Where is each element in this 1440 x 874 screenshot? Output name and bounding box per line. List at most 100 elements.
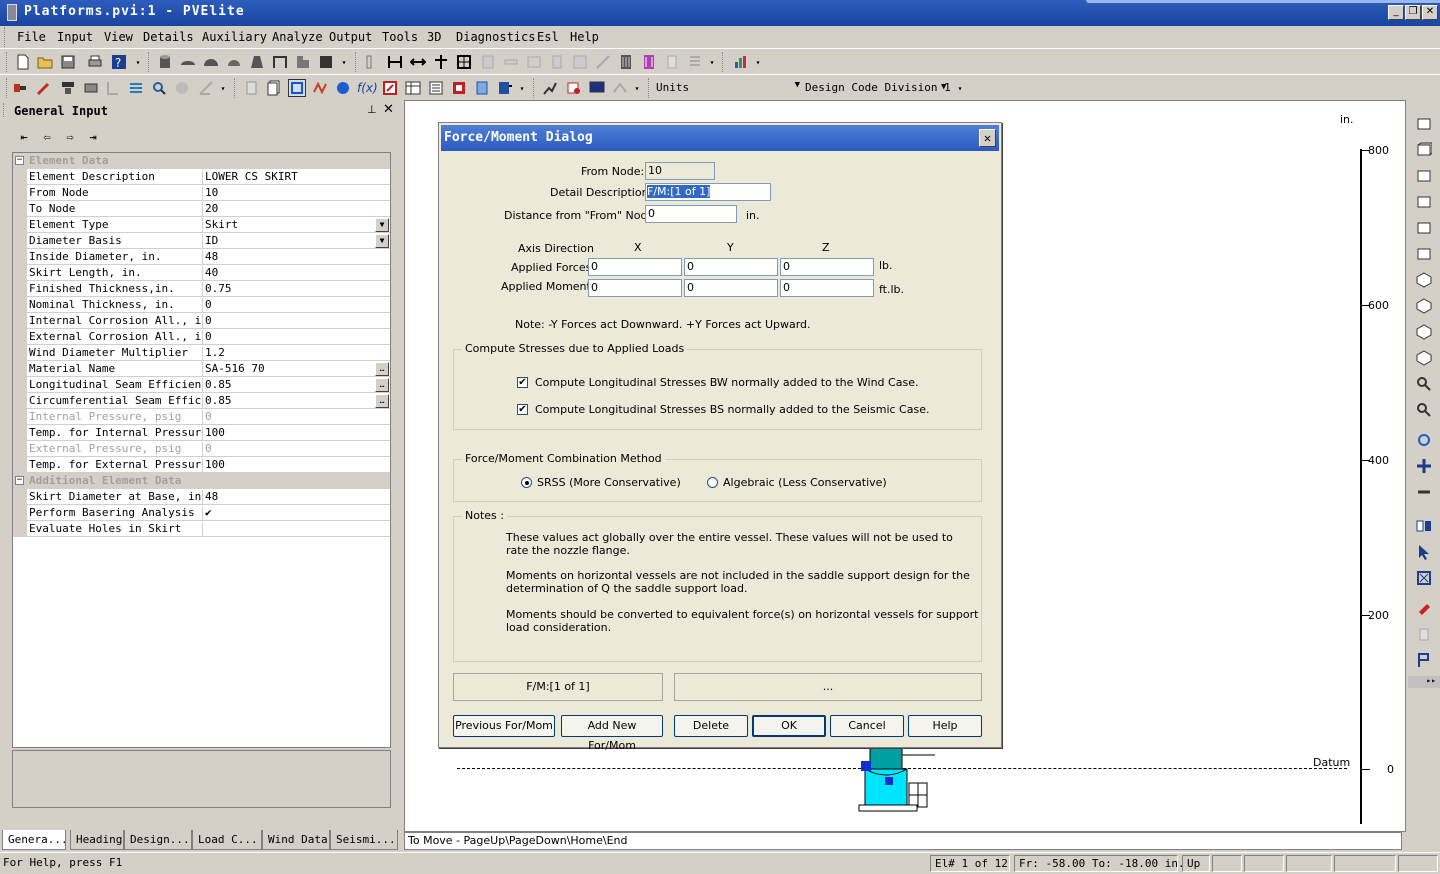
cylinder-icon[interactable] [157, 54, 173, 70]
grid-section-header[interactable]: − Element Data [13, 153, 390, 169]
tray-icon[interactable] [618, 54, 634, 70]
ok-button[interactable]: OK [752, 715, 826, 737]
grid-row[interactable]: Element Type Skirt ▼ [13, 217, 390, 233]
zoom-icon[interactable] [151, 80, 167, 96]
welded-flat-icon[interactable] [272, 54, 288, 70]
table-grid-icon[interactable] [456, 54, 472, 70]
toolbar-chevron-icon[interactable]: ▾ [219, 75, 227, 95]
property-value[interactable]: 0 [205, 442, 375, 455]
tab-general[interactable]: Genera... [2, 830, 68, 850]
toolbar-chevron-icon[interactable]: ▾ [134, 49, 142, 69]
force-x-field[interactable]: 0 [588, 258, 682, 276]
body-flange-icon[interactable] [295, 54, 311, 70]
property-value[interactable]: 48 [205, 250, 375, 263]
insulation-icon[interactable] [105, 80, 121, 96]
disabled-tool-icon[interactable] [664, 54, 680, 70]
weight-icon[interactable] [36, 80, 52, 96]
tab-heading[interactable]: Heading [70, 830, 124, 850]
from-node-field[interactable]: 10 [645, 162, 715, 180]
nozzle-icon[interactable] [12, 80, 28, 96]
select-cursor-icon[interactable] [1416, 544, 1432, 560]
tools-icon[interactable] [542, 80, 558, 96]
restore-button[interactable]: ❐ [1405, 5, 1421, 20]
menu-diagnostics[interactable]: Diagnostics [456, 30, 535, 44]
rotate-icon[interactable] [1416, 432, 1432, 448]
disabled-tool-icon[interactable] [503, 54, 519, 70]
property-value[interactable]: 0 [205, 298, 375, 311]
view-bottom-icon[interactable] [1416, 246, 1432, 262]
units-select[interactable]: ▼ [690, 78, 802, 98]
property-value[interactable]: 100 [205, 426, 375, 439]
platform-icon[interactable] [83, 80, 99, 96]
property-value[interactable]: Skirt [205, 218, 375, 231]
add-new-for-mom-button[interactable]: Add New For/Mom [561, 715, 663, 752]
property-value[interactable]: ID [205, 234, 375, 247]
minimize-button[interactable]: _ [1388, 5, 1404, 20]
srss-radio[interactable] [521, 477, 532, 488]
units-table-icon[interactable] [405, 80, 421, 96]
help-question-icon[interactable]: ? [111, 54, 127, 70]
layout-icon[interactable] [312, 80, 328, 96]
packing-icon[interactable] [641, 54, 657, 70]
flag-icon[interactable] [1416, 652, 1432, 668]
menu-esl[interactable]: Esl [537, 30, 559, 44]
lining-icon[interactable] [128, 80, 144, 96]
force-z-field[interactable]: 0 [780, 258, 874, 276]
grid-row[interactable]: Finished Thickness,in. 0.75 [13, 281, 390, 297]
property-value[interactable]: 1.2 [205, 346, 375, 359]
property-value[interactable]: 0.85 [205, 394, 375, 407]
property-value[interactable]: LOWER CS SKIRT [205, 170, 375, 183]
chevron-down-icon[interactable]: ▼ [375, 218, 389, 232]
ring-icon[interactable] [60, 80, 76, 96]
report-icon[interactable] [382, 80, 398, 96]
ellipsis-button[interactable]: … [375, 394, 389, 408]
algebraic-radio[interactable] [707, 477, 718, 488]
collapse-icon[interactable]: − [15, 476, 24, 485]
globe-icon[interactable] [335, 80, 351, 96]
grid-row[interactable]: Inside Diameter, in. 48 [13, 249, 390, 265]
property-value[interactable]: 48 [205, 490, 375, 503]
property-value[interactable]: 10 [205, 186, 375, 199]
delete-button[interactable]: Delete [674, 715, 748, 737]
toolbar-chevron-icon[interactable]: ▾ [754, 49, 762, 69]
view-front-icon[interactable] [1416, 116, 1432, 132]
grid-row[interactable]: Temp. for External Pressure, 100 [13, 457, 390, 473]
menu-file[interactable]: File [17, 30, 46, 44]
tab-design[interactable]: Design... [124, 830, 192, 850]
wind-stress-checkbox[interactable]: ✔ [517, 377, 528, 388]
previous-element-icon[interactable]: ⇦ [37, 130, 57, 146]
toolbar-chevron-icon[interactable]: ▾ [633, 75, 641, 95]
close-dialog-button[interactable]: ✕ [979, 129, 996, 147]
grid-row[interactable]: Internal Corrosion All., in. 0 [13, 313, 390, 329]
save-icon[interactable] [60, 54, 76, 70]
chart-icon[interactable] [733, 54, 749, 70]
disabled-angle-icon[interactable] [198, 80, 214, 96]
view-top-icon[interactable] [1416, 220, 1432, 236]
document-stack-icon[interactable] [266, 80, 282, 96]
disabled-tool-icon[interactable] [549, 54, 565, 70]
iso-view-icon[interactable] [1416, 272, 1432, 288]
property-value[interactable]: 20 [205, 202, 375, 215]
moment-y-field[interactable]: 0 [684, 279, 778, 297]
property-value[interactable]: 40 [205, 266, 375, 279]
menu-3d[interactable]: 3D [427, 30, 441, 44]
grid-row[interactable]: Internal Pressure, psig 0 [13, 409, 390, 425]
toolbar-chevron-icon[interactable]: ▾ [708, 49, 716, 69]
menu-help[interactable]: Help [570, 30, 599, 44]
grid-row[interactable]: From Node 10 [13, 185, 390, 201]
disabled-tool-icon[interactable] [687, 54, 703, 70]
print-icon[interactable] [87, 54, 103, 70]
grid-row[interactable]: Material Name SA-516 70… [13, 361, 390, 377]
monitor-icon[interactable] [589, 80, 605, 96]
chevron-down-icon[interactable]: ▼ [375, 234, 389, 248]
grid-row[interactable]: Temp. for Internal Pressure, 100 [13, 425, 390, 441]
new-file-icon[interactable] [15, 54, 31, 70]
collapse-icon[interactable]: − [15, 156, 24, 165]
pan-icon[interactable] [1416, 458, 1432, 474]
disabled-circle-icon[interactable] [174, 80, 190, 96]
toolbar-chevron-icon[interactable]: ▾ [518, 75, 526, 95]
tab-seismic[interactable]: Seismi... [330, 830, 398, 850]
grid-row[interactable]: To Node 20 [13, 201, 390, 217]
grid-row[interactable]: Perform Basering Analysis ✔ [13, 505, 390, 521]
force-y-field[interactable]: 0 [684, 258, 778, 276]
